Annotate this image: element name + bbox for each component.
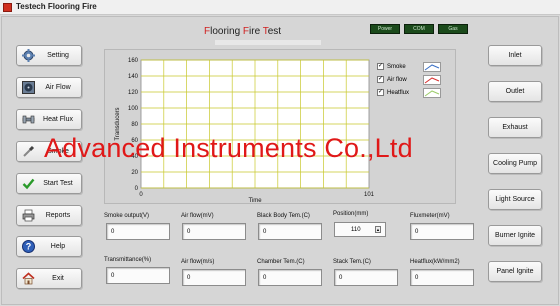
transmittance-field: 0	[106, 267, 170, 284]
chamber-temp-label: Chamber Tem.(C)	[257, 259, 305, 265]
reports-button[interactable]: Reports	[16, 205, 82, 226]
svg-text:?: ?	[25, 242, 31, 252]
panel-ignite-button[interactable]: Panel Ignite	[488, 261, 542, 282]
chamber-temp-field: 0	[258, 269, 322, 286]
start-test-label: Start Test	[43, 180, 73, 187]
y-tick-label: 100	[128, 106, 139, 112]
position-input[interactable]: 110 ▲	[334, 222, 386, 237]
outlet-button[interactable]: Outlet	[488, 81, 542, 102]
smoke-output-label: Smoke output(V)	[104, 213, 150, 219]
power-indicator: Power	[370, 24, 400, 34]
exit-label: Exit	[52, 275, 64, 282]
com-indicator: COM	[404, 24, 434, 34]
heatflux-field: 0	[410, 269, 474, 286]
x-axis-label: Time	[248, 198, 262, 204]
reports-label: Reports	[45, 212, 71, 219]
setting-label: Setting	[47, 52, 69, 59]
transmittance-label: Transmittance(%)	[104, 257, 152, 263]
heat-flux-button[interactable]: Heat Flux	[16, 109, 82, 130]
window-titlebar: Testech Flooring Fire	[0, 0, 560, 15]
x-tick-label: 101	[364, 192, 375, 198]
exit-button[interactable]: Exit	[16, 268, 82, 289]
legend-air-flow[interactable]: ✓ Air flow	[377, 73, 441, 86]
air-flow-mv-field: 0	[182, 223, 246, 240]
title-word-est: est	[267, 26, 282, 37]
title-underline-strip	[215, 40, 321, 45]
fluxmeter-field: 0	[410, 223, 474, 240]
legend-air-flow-swatch	[423, 74, 441, 85]
legend-smoke-swatch	[423, 61, 441, 72]
black-body-temp-label: Black Body Tem.(C)	[257, 213, 310, 219]
wrench-icon	[21, 113, 35, 127]
home-icon	[21, 272, 35, 286]
window-title: Testech Flooring Fire	[16, 2, 97, 11]
y-tick-label: 160	[128, 58, 139, 64]
help-label: Help	[50, 243, 66, 250]
smoke-output-field: 0	[106, 223, 170, 240]
heatflux-label: Heatflux(kW/mm2)	[410, 259, 460, 265]
air-flow-label: Air Flow	[45, 84, 71, 91]
position-value: 110	[351, 227, 361, 233]
position-stepper[interactable]: ▲	[375, 226, 381, 233]
legend-air-flow-label: Air flow	[387, 76, 407, 83]
smoke-checkbox[interactable]: ✓	[377, 63, 384, 70]
x-tick-label: 0	[139, 192, 143, 198]
chart-legend: ✓ Smoke ✓ Air flow ✓ Heatflux	[377, 60, 441, 99]
y-tick-label: 80	[131, 122, 138, 128]
fluxmeter-label: Fluxmeter(mV)	[410, 213, 450, 219]
position-label: Position(mm)	[333, 211, 369, 217]
inlet-button[interactable]: Inlet	[488, 45, 542, 66]
form-title: Flooring Fire Test	[204, 26, 281, 37]
air-flow-checkbox[interactable]: ✓	[377, 76, 384, 83]
legend-smoke[interactable]: ✓ Smoke	[377, 60, 441, 73]
air-flow-ms-field: 0	[182, 269, 246, 286]
air-flow-ms-label: Air flow(m/s)	[181, 259, 215, 265]
stack-temp-field: 0	[334, 269, 398, 286]
screwdriver-icon	[21, 145, 35, 159]
gas-indicator: Gas	[438, 24, 468, 34]
title-word-ire: ire	[249, 26, 263, 37]
black-body-temp-field: 0	[258, 223, 322, 240]
help-button[interactable]: ? Help	[16, 236, 82, 257]
stack-temp-label: Stack Tem.(C)	[333, 259, 371, 265]
cooling-pump-button[interactable]: Cooling Pump	[488, 153, 542, 174]
y-tick-label: 0	[135, 186, 139, 192]
y-tick-label: 120	[128, 90, 139, 96]
light-source-button[interactable]: Light Source	[488, 189, 542, 210]
watermark-text: Advanced Instruments Co.,Ltd	[44, 133, 413, 163]
legend-heatflux-label: Heatflux	[387, 89, 410, 96]
setting-button[interactable]: Setting	[16, 45, 82, 66]
burner-ignite-button[interactable]: Burner Ignite	[488, 225, 542, 246]
printer-icon	[21, 209, 35, 223]
y-tick-label: 140	[128, 74, 139, 80]
title-word-looring: looring	[210, 26, 243, 37]
help-icon: ?	[21, 240, 35, 254]
gear-icon	[21, 49, 35, 63]
start-test-button[interactable]: Start Test	[16, 173, 82, 194]
heatflux-checkbox[interactable]: ✓	[377, 89, 384, 96]
checkmark-icon	[21, 177, 35, 191]
app-icon	[3, 3, 12, 12]
legend-heatflux-swatch	[423, 87, 441, 98]
legend-heatflux[interactable]: ✓ Heatflux	[377, 86, 441, 99]
y-tick-label: 20	[131, 170, 138, 176]
exhaust-button[interactable]: Exhaust	[488, 117, 542, 138]
fan-icon	[21, 81, 35, 95]
heat-flux-label: Heat Flux	[43, 116, 73, 123]
legend-smoke-label: Smoke	[387, 63, 406, 70]
air-flow-mv-label: Air flow(mV)	[181, 213, 214, 219]
air-flow-button[interactable]: Air Flow	[16, 77, 82, 98]
